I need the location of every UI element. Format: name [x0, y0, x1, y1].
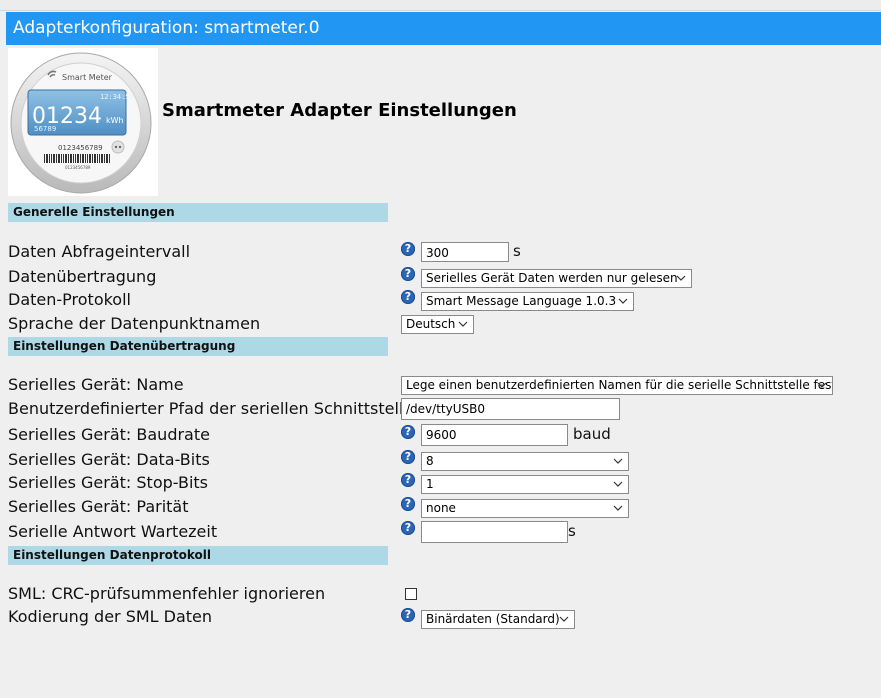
databits-help-icon[interactable]: ?: [401, 450, 415, 464]
parity-select[interactable]: none: [421, 499, 629, 518]
chevron-down-icon: [676, 275, 686, 281]
databits-select[interactable]: 8: [421, 452, 629, 471]
chevron-down-icon: [618, 298, 628, 304]
crc-checkbox[interactable]: [405, 588, 417, 600]
parity-label: Serielles Gerät: Parität: [8, 497, 189, 516]
encoding-select[interactable]: Binärdaten (Standard): [421, 610, 575, 629]
protocol-select[interactable]: Smart Message Language 1.0.3: [421, 292, 634, 311]
timeout-label: Serielle Antwort Wartezeit: [8, 522, 218, 541]
protocol-label: Daten-Protokoll: [8, 290, 131, 309]
transfer-label: Datenübertragung: [8, 267, 157, 286]
timeout-unit: s: [568, 522, 576, 540]
language-label: Sprache der Datenpunktnamen: [8, 314, 261, 333]
interval-help-icon[interactable]: ?: [401, 242, 415, 256]
meter-time: 12:34:56: [100, 93, 134, 101]
baudrate-label: Serielles Gerät: Baudrate: [8, 425, 210, 444]
section-general-header: Generelle Einstellungen: [8, 203, 388, 222]
transfer-help-icon[interactable]: ?: [401, 267, 415, 281]
interval-unit: s: [513, 242, 521, 260]
interval-label: Daten Abfrageintervall: [8, 242, 191, 261]
language-select[interactable]: Deutsch: [401, 315, 474, 334]
chevron-down-icon: [559, 616, 569, 622]
smartmeter-logo-image: Smart Meter 12:34:56 01234 kWh 56789 012…: [8, 48, 158, 196]
meter-serial: 0123456789: [58, 144, 103, 152]
chevron-down-icon: [613, 505, 623, 511]
chevron-down-icon: [613, 481, 623, 487]
encoding-help-icon[interactable]: ?: [401, 608, 415, 622]
top-strip: [0, 0, 881, 11]
page-heading: Smartmeter Adapter Einstellungen: [162, 100, 517, 121]
meter-unit: kWh: [106, 116, 124, 125]
baudrate-unit: baud: [573, 425, 611, 443]
serial-name-label: Serielles Gerät: Name: [8, 375, 184, 394]
crc-label: SML: CRC-prüfsummenfehler ignorieren: [8, 584, 326, 603]
section-protocol-header: Einstellungen Datenprotokoll: [8, 546, 388, 565]
stopbits-help-icon[interactable]: ?: [401, 473, 415, 487]
timeout-help-icon[interactable]: ?: [401, 521, 415, 535]
baudrate-help-icon[interactable]: ?: [401, 425, 415, 439]
window-title: Adapterkonfiguration: smartmeter.0: [6, 12, 881, 45]
chevron-down-icon: [817, 382, 827, 388]
transfer-select[interactable]: Serielles Gerät Daten werden nur gelesen: [421, 269, 692, 288]
chevron-down-icon: [458, 321, 468, 327]
databits-label: Serielles Gerät: Data-Bits: [8, 450, 210, 469]
stopbits-label: Serielles Gerät: Stop-Bits: [8, 473, 209, 492]
protocol-help-icon[interactable]: ?: [401, 290, 415, 304]
section-transfer-header: Einstellungen Datenübertragung: [8, 337, 388, 356]
encoding-label: Kodierung der SML Daten: [8, 607, 213, 626]
custom-path-label: Benutzerdefinierter Pfad der seriellen S…: [8, 399, 414, 418]
meter-barcode-text: 0123456789: [65, 165, 91, 170]
timeout-input[interactable]: [421, 521, 568, 543]
parity-help-icon[interactable]: ?: [401, 497, 415, 511]
chevron-down-icon: [613, 458, 623, 464]
baudrate-input[interactable]: 9600: [421, 424, 568, 446]
meter-sub-reading: 56789: [34, 125, 56, 133]
custom-path-input[interactable]: /dev/ttyUSB0: [401, 398, 620, 420]
stopbits-select[interactable]: 1: [421, 475, 629, 494]
meter-brand: Smart Meter: [62, 73, 113, 82]
serial-name-select[interactable]: Lege einen benutzerdefinierten Namen für…: [401, 376, 833, 395]
interval-input[interactable]: 300: [421, 242, 509, 262]
